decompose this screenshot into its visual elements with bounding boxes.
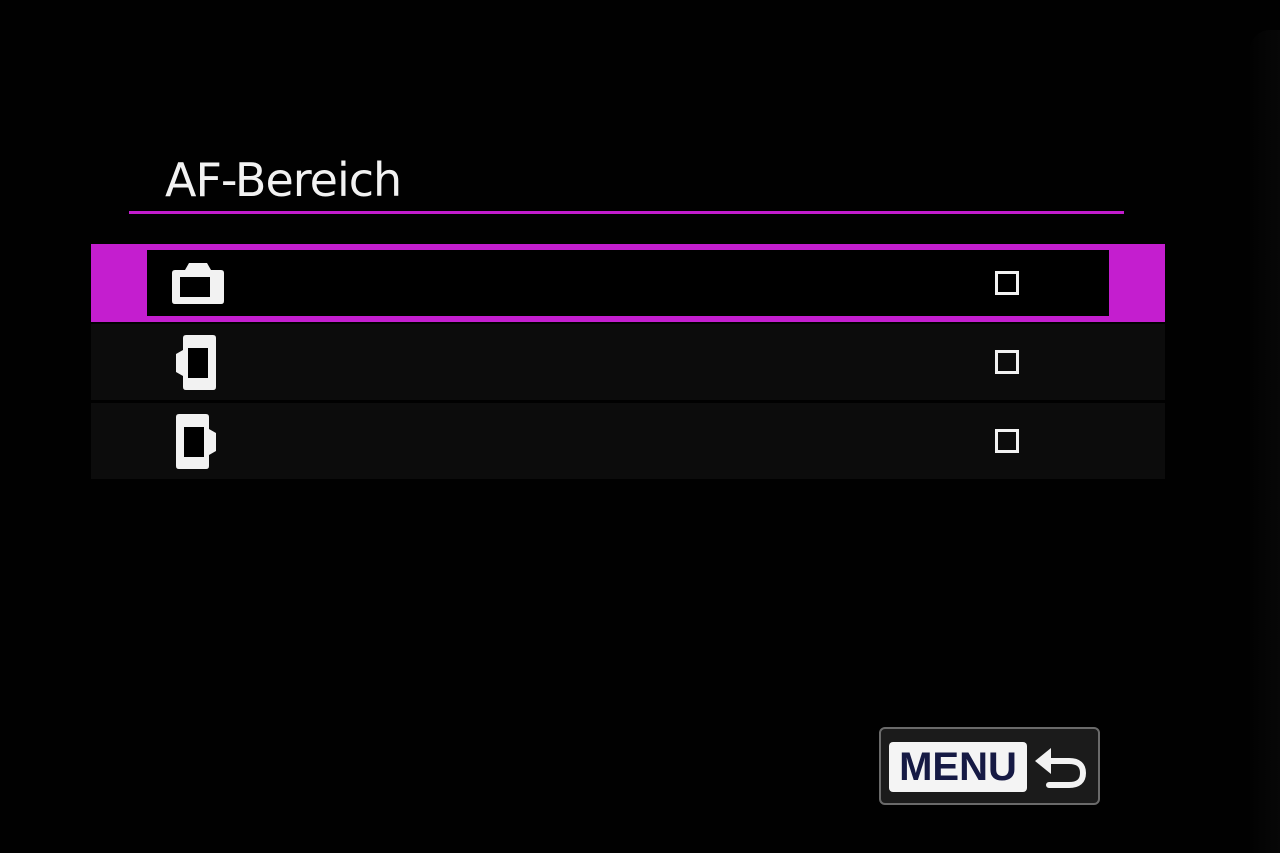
camera-body-icon (172, 263, 224, 304)
camera-grip-right-icon (176, 414, 216, 469)
return-arrow-icon (1035, 748, 1086, 788)
page-title: AF-Bereich (165, 153, 402, 207)
camera-menu-screen: AF-Bereich MENU (0, 0, 1280, 853)
option-row-landscape[interactable] (91, 244, 1165, 322)
option-checkbox[interactable] (995, 429, 1019, 453)
menu-button-label: MENU (889, 742, 1027, 792)
option-checkbox[interactable] (995, 271, 1019, 295)
af-area-option-list (91, 244, 1165, 482)
menu-back-button[interactable]: MENU (879, 727, 1100, 805)
option-checkbox[interactable] (995, 350, 1019, 374)
option-row-portrait-left[interactable] (91, 324, 1165, 400)
selection-highlight (147, 250, 1109, 316)
screen-edge (1250, 30, 1280, 853)
camera-grip-left-icon (176, 335, 216, 390)
option-row-portrait-right[interactable] (91, 403, 1165, 479)
title-divider (129, 211, 1124, 214)
